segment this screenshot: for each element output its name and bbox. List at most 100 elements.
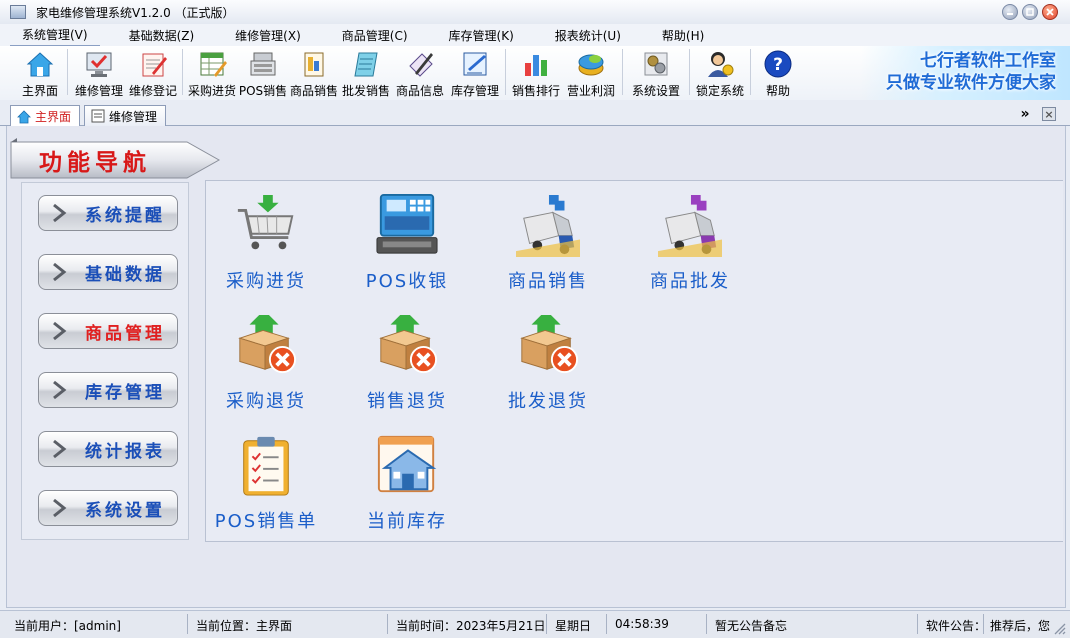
home-button[interactable]: 主界面 bbox=[16, 46, 64, 98]
status-notice: 推荐后，您 bbox=[990, 619, 1051, 633]
coins-icon bbox=[576, 49, 606, 79]
lock-user-icon bbox=[705, 49, 735, 79]
func-pos-checkout[interactable]: POS收银 bbox=[347, 193, 467, 293]
status-weekday: 星期日 bbox=[555, 619, 592, 633]
monitor-check-icon bbox=[84, 49, 114, 79]
studio-slogan: 七行者软件工作室 只做专业软件方便大家 bbox=[886, 51, 1056, 93]
delivery-truck-icon bbox=[658, 194, 722, 257]
tab-repair-management[interactable]: 维修管理 bbox=[84, 105, 167, 126]
func-wholesale-return[interactable]: 批发退货 bbox=[488, 313, 608, 413]
shopping-cart-icon bbox=[237, 194, 294, 250]
gear-icon bbox=[641, 49, 671, 79]
close-icon: × bbox=[1044, 107, 1054, 121]
svg-text:?: ? bbox=[773, 55, 783, 75]
status-date: 当前时间：2023年5月21日 bbox=[396, 619, 546, 633]
minimize-icon bbox=[1007, 13, 1013, 15]
repair-register-button[interactable]: 维修登记 bbox=[127, 46, 179, 98]
close-icon bbox=[1046, 8, 1054, 16]
cash-register-icon bbox=[248, 49, 278, 79]
notebook-icon bbox=[351, 49, 381, 79]
home-icon bbox=[25, 49, 55, 79]
chevron-right-icon bbox=[47, 496, 71, 520]
double-chevron-icon: » bbox=[1020, 106, 1030, 122]
help-button[interactable]: ? 帮助 bbox=[754, 46, 802, 98]
window-controls bbox=[1002, 4, 1058, 20]
func-pos-sales-slip[interactable]: POS销售单 bbox=[206, 433, 326, 533]
spreadsheet-icon bbox=[197, 49, 227, 79]
chevron-right-icon bbox=[47, 437, 71, 461]
function-nav-banner: 功能导航 bbox=[10, 138, 221, 179]
tab-home[interactable]: 主界面 bbox=[10, 105, 81, 127]
clipboard-checklist-icon bbox=[243, 436, 289, 496]
sales-doc-icon bbox=[299, 49, 329, 79]
sales-ranking-button[interactable]: 销售排行 bbox=[509, 46, 563, 98]
func-sales-return[interactable]: 销售退货 bbox=[347, 313, 467, 413]
menu-reports[interactable]: 报表统计(U) bbox=[543, 25, 633, 46]
chevron-right-icon bbox=[47, 378, 71, 402]
wholesale-button[interactable]: 批发销售 bbox=[340, 46, 392, 98]
system-settings-button[interactable]: 系统设置 bbox=[626, 46, 686, 98]
status-memo: 暂无公告备忘 bbox=[715, 619, 788, 633]
goods-sales-button[interactable]: 商品销售 bbox=[288, 46, 340, 98]
maximize-icon bbox=[1026, 8, 1034, 16]
main-panel: 功能导航 系统提醒 基础数据 商品管理 库存管理 统计报表 系统设置 采购进货 … bbox=[6, 126, 1066, 608]
chevron-right-icon bbox=[47, 319, 71, 343]
box-return-icon bbox=[520, 314, 579, 374]
status-bar: 当前用户：[admin] 当前位置：主界面 当前时间：2023年5月21日 星期… bbox=[0, 610, 1070, 638]
resize-grip-icon[interactable] bbox=[1054, 623, 1066, 635]
status-location: 当前位置：主界面 bbox=[196, 619, 293, 633]
left-nav: 系统提醒 基础数据 商品管理 库存管理 统计报表 系统设置 bbox=[21, 182, 189, 540]
inventory-button[interactable]: 库存管理 bbox=[448, 46, 502, 98]
func-goods-sales[interactable]: 商品销售 bbox=[488, 193, 608, 293]
func-purchase-return[interactable]: 采购退货 bbox=[206, 313, 326, 413]
menu-help[interactable]: 帮助(H) bbox=[650, 25, 716, 46]
tab-more-button[interactable]: » bbox=[1018, 106, 1032, 122]
chevron-right-icon bbox=[47, 260, 71, 284]
menu-basic-data[interactable]: 基础数据(Z) bbox=[117, 25, 207, 46]
nav-system-settings[interactable]: 系统设置 bbox=[38, 490, 178, 526]
box-return-icon bbox=[379, 314, 438, 374]
chevron-right-icon bbox=[47, 201, 71, 225]
tab-bar: 主界面 维修管理 » × bbox=[0, 100, 1070, 127]
home-icon bbox=[17, 109, 31, 123]
status-notice-label: 软件公告： bbox=[926, 619, 987, 633]
nav-basic-data[interactable]: 基础数据 bbox=[38, 254, 178, 290]
repair-management-button[interactable]: 维修管理 bbox=[71, 46, 127, 98]
toolbar: 主界面 维修管理 维修登记 采购进货 POS销售 商品销售 批发销售 商品信息 … bbox=[0, 46, 1070, 100]
maximize-button[interactable] bbox=[1022, 4, 1038, 20]
minimize-button[interactable] bbox=[1002, 4, 1018, 20]
menu-goods[interactable]: 商品管理(C) bbox=[330, 25, 420, 46]
nav-system-reminder[interactable]: 系统提醒 bbox=[38, 195, 178, 231]
profit-button[interactable]: 营业利润 bbox=[563, 46, 619, 98]
nav-inventory-management[interactable]: 库存管理 bbox=[38, 372, 178, 408]
close-button[interactable] bbox=[1042, 4, 1058, 20]
menu-inventory[interactable]: 库存管理(K) bbox=[437, 25, 526, 46]
func-purchase[interactable]: 采购进货 bbox=[206, 193, 326, 293]
func-goods-wholesale[interactable]: 商品批发 bbox=[630, 193, 750, 293]
banner-title: 功能导航 bbox=[39, 149, 151, 176]
register-pen-icon bbox=[138, 49, 168, 79]
menu-bar: 系统管理(V) 基础数据(Z) 维修管理(X) 商品管理(C) 库存管理(K) … bbox=[0, 24, 1070, 47]
func-current-inventory[interactable]: 当前库存 bbox=[347, 433, 467, 533]
pos-sales-button[interactable]: POS销售 bbox=[238, 46, 288, 98]
purchase-button[interactable]: 采购进货 bbox=[186, 46, 238, 98]
lock-system-button[interactable]: 锁定系统 bbox=[693, 46, 747, 98]
help-icon: ? bbox=[763, 49, 793, 79]
status-user: 当前用户：[admin] bbox=[14, 619, 121, 633]
menu-system[interactable]: 系统管理(V) bbox=[10, 24, 100, 47]
nav-statistics-report[interactable]: 统计报表 bbox=[38, 431, 178, 467]
warehouse-house-icon bbox=[377, 435, 437, 493]
delivery-truck-icon bbox=[516, 194, 580, 257]
goods-info-button[interactable]: 商品信息 bbox=[392, 46, 448, 98]
inventory-pen-icon bbox=[460, 49, 490, 79]
menu-repair[interactable]: 维修管理(X) bbox=[223, 25, 313, 46]
cash-register-icon bbox=[376, 193, 438, 254]
nav-goods-management[interactable]: 商品管理 bbox=[38, 313, 178, 349]
app-icon bbox=[10, 5, 26, 19]
window-title: 家电维修管理系统V1.2.0 （正式版） bbox=[36, 5, 235, 20]
status-clock: 04:58:39 bbox=[615, 617, 669, 631]
box-return-icon bbox=[238, 314, 297, 374]
document-icon bbox=[91, 109, 105, 123]
bar-chart-icon bbox=[521, 49, 551, 79]
tab-close-button[interactable]: × bbox=[1042, 107, 1056, 121]
